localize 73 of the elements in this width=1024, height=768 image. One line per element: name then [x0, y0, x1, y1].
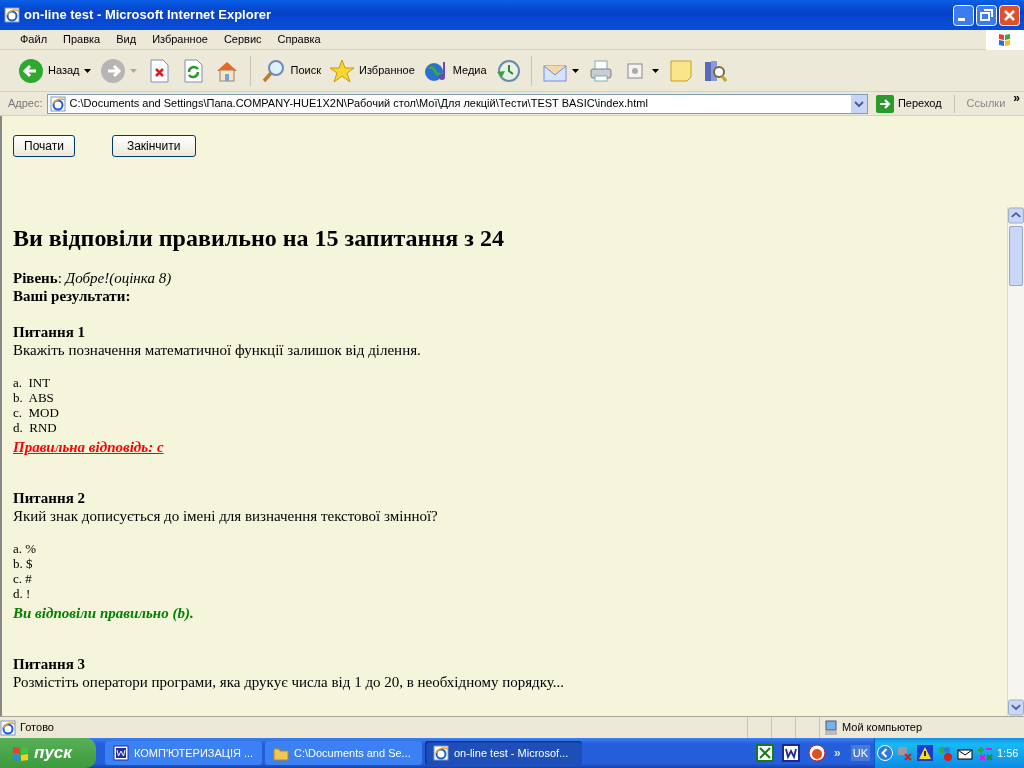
favorites-button[interactable]: Избранное: [327, 52, 417, 89]
search-icon: [260, 57, 287, 84]
answer-option: a. INT: [13, 375, 1007, 390]
expand-tray-icon[interactable]: [877, 745, 893, 761]
menu-item[interactable]: Избранное: [144, 31, 216, 48]
window-title: on-line test - Microsoft Internet Explorer: [24, 6, 273, 25]
spreadsheet-icon[interactable]: [756, 744, 775, 762]
menu-item[interactable]: Сервис: [215, 31, 270, 48]
answer-option: d. !: [13, 586, 1007, 601]
menu-item[interactable]: Вид: [108, 31, 145, 48]
taskbar-button[interactable]: C:\Documents and Se...: [265, 741, 422, 765]
ie-page-icon: [49, 95, 66, 112]
correct-answer-text: Правильна відповідь: c: [13, 438, 164, 457]
note-icon: [667, 57, 694, 84]
menu-item[interactable]: Справка: [269, 31, 329, 48]
word-document-icon[interactable]: [782, 744, 801, 762]
address-label: Адрес:: [8, 96, 43, 112]
scroll-down-icon[interactable]: [1008, 699, 1024, 716]
caret-icon: [651, 67, 660, 74]
menu-item[interactable]: Правка: [55, 31, 109, 48]
correct-feedback-text: Ви відповіли правильно (b).: [13, 604, 194, 623]
taskbar-button[interactable]: КОМП'ЮТЕРИЗАЦІЯ ...: [105, 741, 262, 765]
go-button[interactable]: Переход: [871, 94, 946, 113]
computer-icon: [824, 719, 838, 736]
answer-option: a. %: [13, 541, 1007, 556]
media-button[interactable]: Медиа: [420, 52, 489, 89]
answer-option: d. RND: [13, 420, 1007, 435]
address-field[interactable]: C:\Documents and Settings\Папа.COMPANY-HUE1X2N\Рабочий стол\Мої\Для лекцій\Тести\TEST BASIC\index.html: [46, 93, 868, 114]
answer-option: c. #: [13, 571, 1007, 586]
printer-icon: [587, 57, 614, 84]
answer-option: c. MOD: [13, 405, 1007, 420]
word-document-icon: [113, 745, 129, 761]
back-button[interactable]: Назад: [16, 52, 94, 89]
question-title: Питання 3: [13, 655, 86, 673]
answer-option: b. ABS: [13, 390, 1007, 405]
scrollbar[interactable]: [1007, 207, 1024, 716]
language-indicator[interactable]: UK: [850, 744, 870, 762]
dropdown-icon[interactable]: [850, 94, 867, 113]
windows-flag-icon: [12, 744, 30, 762]
ie-icon: [4, 7, 20, 23]
caret-icon: [571, 67, 580, 74]
start-button[interactable]: Почати: [13, 135, 75, 157]
clock-text: 1:56: [997, 745, 1019, 761]
results-label: Ваші результати:: [13, 287, 132, 305]
question-text: Вкажіть позначення математичної функції залишок від ділення.: [13, 341, 422, 359]
close-icon[interactable]: [999, 4, 1020, 26]
ie-page-icon: [0, 719, 16, 736]
results-heading: Ви відповіли правильно на 15 запитання з 24: [13, 224, 505, 253]
scroll-thumb[interactable]: [1009, 226, 1023, 286]
caret-icon: [83, 67, 92, 74]
windows-flag-icon: [986, 29, 1024, 50]
status-text: Готово: [20, 720, 55, 736]
star-icon: [329, 57, 355, 84]
finish-button[interactable]: Закінчити: [111, 135, 196, 157]
folder-icon: [273, 745, 289, 761]
scroll-up-icon[interactable]: [1008, 207, 1024, 224]
question-title: Питання 1: [13, 323, 86, 341]
answer-option: b. $: [13, 556, 1007, 571]
minimize-icon[interactable]: [953, 4, 974, 26]
zone-text: Мой компьютер: [842, 720, 923, 736]
chevron-text[interactable]: »: [834, 744, 841, 762]
level-text: Рівень: Добре!(оцінка 8): [13, 269, 173, 287]
restore-icon[interactable]: [976, 4, 997, 26]
question-text: Який знак дописується до імені для визначення текстової змінної?: [13, 507, 439, 525]
ie-icon: [433, 745, 449, 761]
menu-item[interactable]: Файл: [12, 31, 56, 48]
chevron-text[interactable]: »: [1013, 92, 1020, 104]
caret-icon: [129, 67, 138, 74]
question-title: Питання 2: [13, 489, 86, 507]
warning-icon[interactable]: [917, 745, 933, 761]
taskbar-button[interactable]: on-line test - Microsof...: [425, 741, 582, 765]
search-button[interactable]: Поиск: [258, 52, 323, 89]
question-text: Розмістіть оператори програми, яка друкує числа від 1 до 20, в необхідному порядку...: [13, 673, 565, 691]
